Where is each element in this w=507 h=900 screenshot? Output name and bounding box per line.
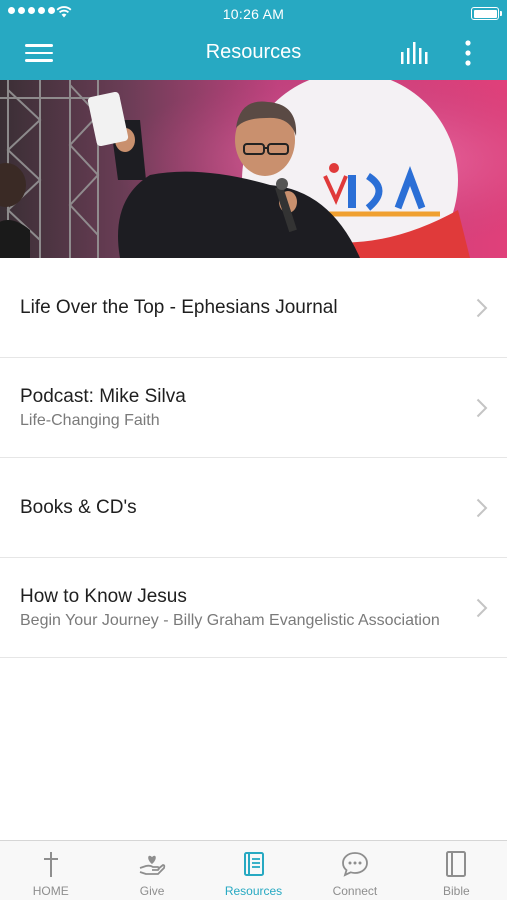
resource-item-subtitle: Life-Changing Faith	[20, 411, 160, 429]
chevron-right-icon	[476, 398, 488, 417]
navigation-bar: Resources	[0, 28, 507, 80]
bible-icon	[446, 851, 467, 877]
tab-home[interactable]: HOME	[0, 841, 101, 900]
tab-label: Connect	[332, 884, 378, 898]
tab-connect[interactable]: Connect	[304, 841, 405, 900]
hero-image	[0, 80, 507, 258]
resource-item-title: Books & CD's	[20, 496, 137, 518]
resource-item-books-cds[interactable]: Books & CD's	[0, 458, 507, 558]
tab-bar: HOME Give Resources Connect Bible	[0, 840, 507, 900]
battery-icon	[471, 7, 502, 20]
give-hand-heart-icon	[139, 855, 166, 875]
tab-label: HOME	[32, 884, 69, 898]
resource-item-ephesians-journal[interactable]: Life Over the Top - Ephesians Journal	[0, 258, 507, 358]
audio-levels-icon[interactable]	[399, 40, 431, 68]
resource-item-title: Podcast: Mike Silva	[20, 385, 186, 407]
cross-icon	[43, 852, 58, 877]
tab-give[interactable]: Give	[101, 841, 202, 900]
tab-bible[interactable]: Bible	[406, 841, 507, 900]
resource-item-title: How to Know Jesus	[20, 585, 187, 607]
resource-item-know-jesus[interactable]: How to Know Jesus Begin Your Journey - B…	[0, 558, 507, 658]
chevron-right-icon	[476, 298, 488, 317]
tab-label: Give	[139, 884, 165, 898]
resource-item-subtitle: Begin Your Journey - Billy Graham Evange…	[20, 611, 440, 629]
tab-resources[interactable]: Resources	[203, 841, 304, 900]
more-options-icon[interactable]	[458, 38, 478, 70]
tab-label: Resources	[224, 884, 283, 898]
chevron-right-icon	[476, 498, 488, 517]
chat-bubble-icon	[342, 852, 368, 877]
tab-label: Bible	[442, 884, 470, 898]
resource-list: Life Over the Top - Ephesians Journal Po…	[0, 258, 507, 658]
status-bar: 10:26 AM	[0, 0, 507, 28]
resource-item-podcast[interactable]: Podcast: Mike Silva Life-Changing Faith	[0, 358, 507, 458]
status-time: 10:26 AM	[222, 6, 285, 22]
chevron-right-icon	[476, 598, 488, 617]
resource-item-title: Life Over the Top - Ephesians Journal	[20, 296, 338, 318]
book-icon	[243, 852, 264, 876]
